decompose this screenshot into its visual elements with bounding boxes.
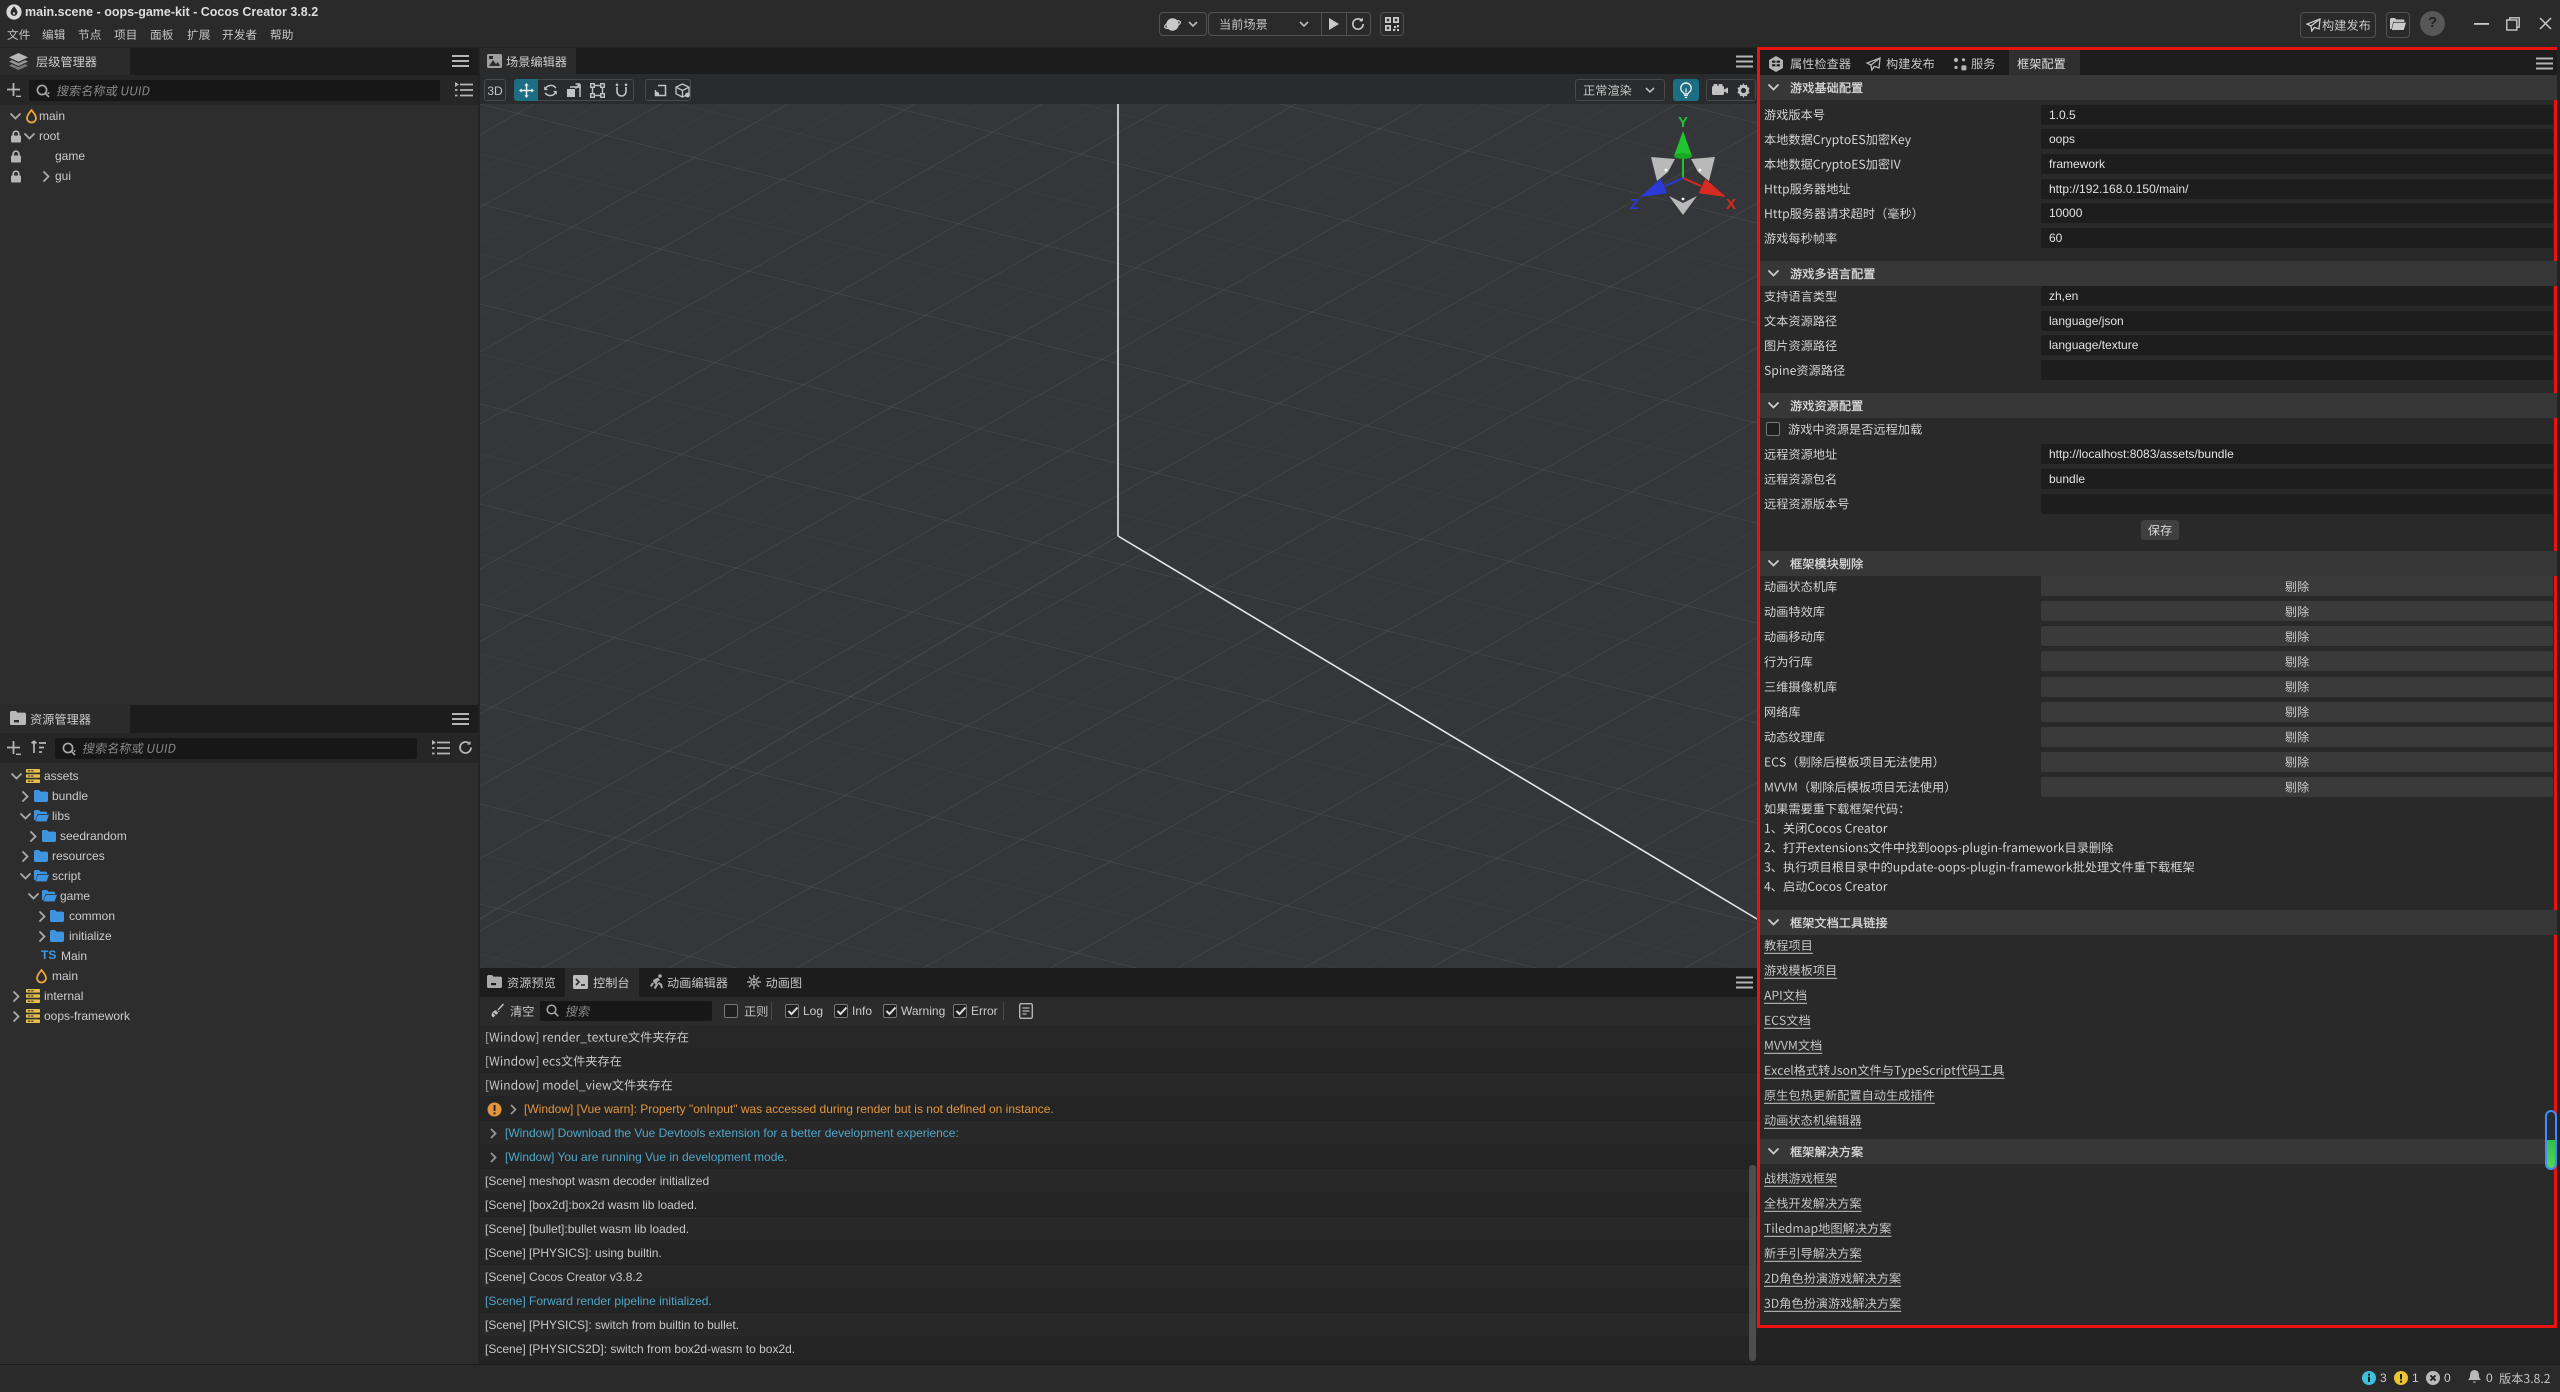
svg-text:X: X: [1726, 196, 1736, 213]
svg-text:Y: Y: [1678, 114, 1688, 131]
svg-text:Z: Z: [1630, 196, 1639, 213]
